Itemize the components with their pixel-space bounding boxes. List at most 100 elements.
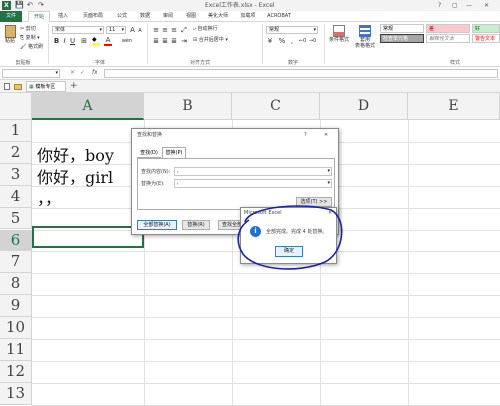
paste-button[interactable]: 粘贴: [3, 25, 17, 53]
column-header-d[interactable]: D: [320, 93, 408, 120]
column-header-e[interactable]: E: [408, 93, 500, 120]
folder-icon[interactable]: [14, 84, 22, 90]
row-header-5[interactable]: 5: [0, 207, 32, 230]
row-line: [32, 273, 500, 275]
redo-icon[interactable]: ↷: [38, 1, 44, 10]
formula-input[interactable]: [104, 69, 498, 78]
help-icon[interactable]: ?: [438, 0, 441, 11]
fx-icon[interactable]: fx: [92, 69, 98, 76]
new-doc-icon[interactable]: [4, 83, 10, 90]
row-header-3[interactable]: 3: [0, 163, 32, 186]
format-painter-button[interactable]: 🖌 格式刷: [20, 44, 43, 51]
restore-icon[interactable]: ▢: [452, 0, 458, 11]
bold-button[interactable]: B: [53, 37, 60, 45]
conditional-format-button[interactable]: 条件格式: [328, 25, 350, 44]
align-bottom-icon[interactable]: ≡: [170, 26, 178, 34]
find-dialog-help-icon[interactable]: ?: [304, 131, 307, 139]
merge-center-button[interactable]: ⊟ 合并后居中 ▾: [193, 37, 228, 44]
find-what-input[interactable]: , ▾: [174, 167, 332, 176]
tab-home[interactable]: 开始: [28, 11, 50, 22]
phonetic-button[interactable]: wén: [120, 37, 134, 45]
style-bad[interactable]: 差: [426, 24, 470, 33]
tab-addins[interactable]: 加载项: [236, 11, 260, 22]
font-name-select[interactable]: 宋体 ▾: [52, 26, 104, 34]
formula-enter-icon[interactable]: ✓: [80, 69, 85, 76]
orientation-icon[interactable]: ⤢: [180, 26, 188, 34]
replace-all-button[interactable]: 全部替换(A): [137, 220, 177, 230]
replace-button[interactable]: 替换(R): [182, 220, 210, 230]
font-size-select[interactable]: 11 ▾: [106, 26, 126, 34]
row-header-7[interactable]: 7: [0, 251, 32, 274]
column-header-c[interactable]: C: [232, 93, 320, 120]
style-check-cell[interactable]: 检查单元格: [380, 34, 424, 43]
decrease-decimal-icon[interactable]: →0: [308, 37, 317, 45]
indent-icon[interactable]: ⇥: [180, 37, 188, 45]
cell-a2[interactable]: 你好，boy: [37, 142, 114, 166]
italic-button[interactable]: I: [61, 37, 68, 45]
wrap-text-button[interactable]: ⤶ 自动换行: [193, 26, 217, 33]
cut-button[interactable]: ✂ 剪切: [20, 26, 36, 33]
formula-cancel-icon[interactable]: ✕: [70, 69, 75, 76]
add-sheet-icon[interactable]: +: [70, 80, 78, 93]
close-icon[interactable]: ✕: [484, 0, 489, 11]
style-normal[interactable]: 常规: [380, 24, 424, 33]
font-color-button[interactable]: A: [104, 36, 112, 46]
select-all-corner[interactable]: [0, 93, 32, 120]
name-box[interactable]: ▾: [2, 69, 60, 78]
save-icon[interactable]: 💾: [15, 1, 24, 10]
tab-insert[interactable]: 插入: [52, 11, 74, 22]
number-format-select[interactable]: 常规 ▾: [266, 26, 318, 34]
styles-group-label: 样式: [449, 60, 460, 66]
sheet-tab-templates[interactable]: ▦ 模板专区: [26, 81, 66, 92]
row-header-9[interactable]: 9: [0, 295, 32, 318]
row-header-1[interactable]: 1: [0, 120, 32, 142]
column-header-a[interactable]: A: [32, 93, 144, 120]
undo-icon[interactable]: ↶: [27, 1, 33, 10]
row-header-11[interactable]: 11: [0, 339, 32, 361]
align-left-icon[interactable]: ≣: [152, 37, 160, 45]
row-header-8[interactable]: 8: [0, 273, 32, 296]
tab-page-layout[interactable]: 页面布局: [77, 11, 109, 22]
grow-font-button[interactable]: A: [129, 26, 136, 34]
tab-file[interactable]: 文件: [0, 11, 22, 22]
fill-color-icon[interactable]: ◆: [92, 37, 100, 45]
align-right-icon[interactable]: ≣: [170, 37, 178, 45]
row-header-13[interactable]: 13: [0, 382, 32, 405]
row-header-4[interactable]: 4: [0, 185, 32, 208]
percent-button[interactable]: %: [278, 37, 286, 45]
row-header-12[interactable]: 12: [0, 360, 32, 383]
tab-beautify[interactable]: 美化大师: [203, 11, 233, 22]
tab-formulas[interactable]: 公式: [111, 11, 133, 22]
border-icon[interactable]: ⊞: [80, 37, 88, 45]
align-middle-icon[interactable]: ≡: [161, 26, 169, 34]
tab-view[interactable]: 视图: [180, 11, 202, 22]
align-center-icon[interactable]: ≣: [161, 37, 169, 45]
shrink-font-button[interactable]: A: [137, 27, 143, 35]
column-header-b[interactable]: B: [144, 93, 232, 120]
row-header-2[interactable]: 2: [0, 141, 32, 164]
style-explanatory[interactable]: 解释性文本: [426, 34, 470, 43]
underline-button[interactable]: U: [69, 37, 76, 45]
row-header-6[interactable]: 6: [0, 229, 32, 252]
format-as-table-button[interactable]: 套用 表格格式: [354, 25, 376, 49]
column-line: [408, 120, 409, 405]
replace-with-input[interactable]: , ▾: [174, 179, 332, 188]
align-top-icon[interactable]: ≡: [152, 26, 160, 34]
comma-button[interactable]: ,: [288, 37, 296, 45]
minimize-icon[interactable]: —: [466, 0, 472, 11]
tab-replace[interactable]: 替换(P): [162, 147, 186, 158]
find-dialog-close-icon[interactable]: ✕: [324, 131, 328, 139]
style-good[interactable]: 好: [472, 24, 500, 33]
copy-button[interactable]: ⎘ 复制 ▾: [20, 35, 40, 42]
active-cell-a6[interactable]: [32, 226, 144, 248]
tab-acrobat[interactable]: ACROBAT: [263, 11, 295, 22]
row-header-10[interactable]: 10: [0, 317, 32, 339]
tab-data[interactable]: 数据: [134, 11, 156, 22]
increase-decimal-icon[interactable]: ←0: [298, 37, 307, 45]
style-warning[interactable]: 警告文本: [472, 34, 500, 43]
cell-a4[interactable]: ，，: [37, 185, 61, 209]
tab-find[interactable]: 查找(D): [137, 148, 161, 158]
currency-icon[interactable]: ¥: [266, 37, 274, 45]
tab-review[interactable]: 审阅: [157, 11, 179, 22]
font-size-value: 11: [109, 27, 116, 33]
